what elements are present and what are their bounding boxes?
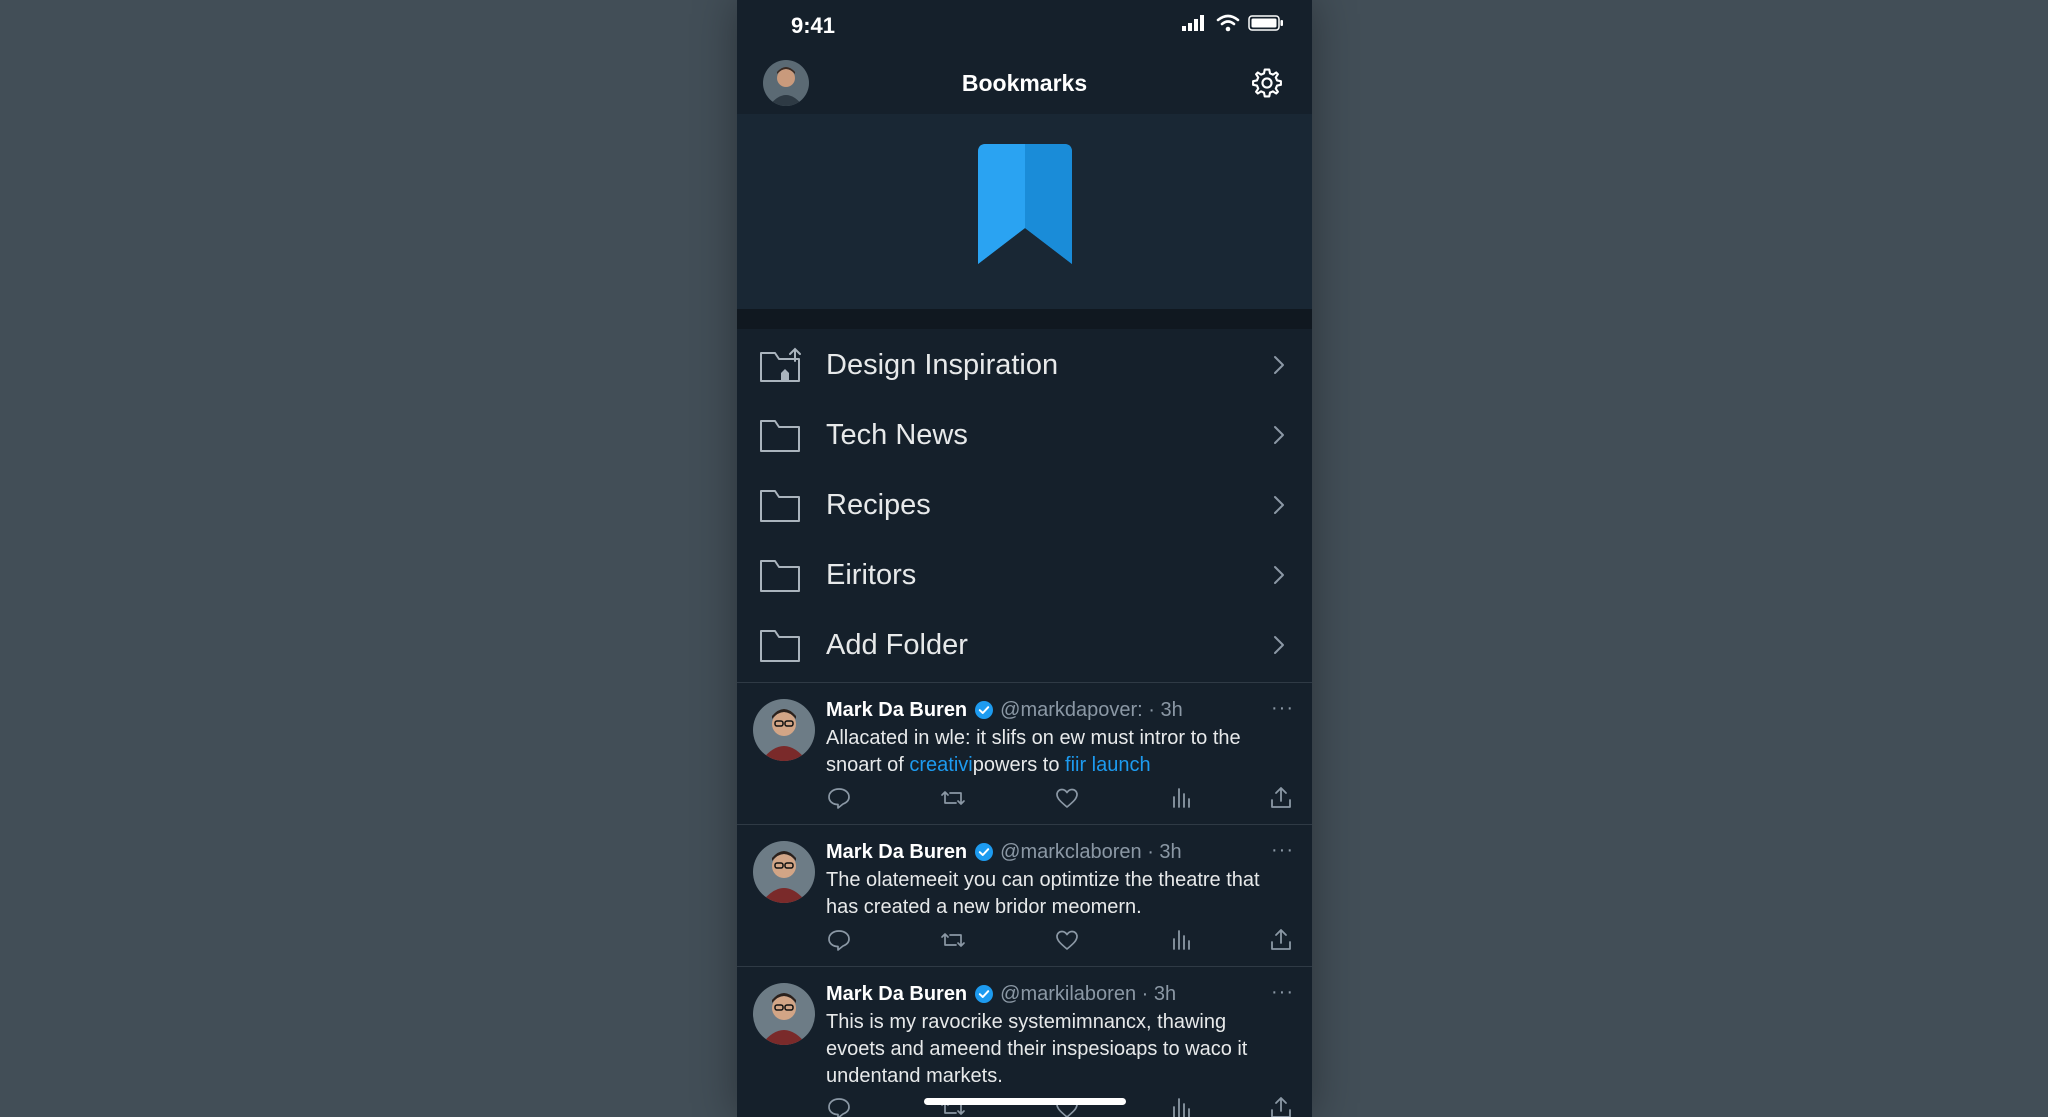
gear-icon[interactable]: [1250, 66, 1284, 100]
folder-row-tech-news[interactable]: Tech News: [737, 400, 1312, 470]
folder-row-eiritors[interactable]: Eiritors: [737, 540, 1312, 610]
views-icon[interactable]: [1168, 1095, 1194, 1117]
author-name[interactable]: Mark Da Buren: [826, 841, 967, 864]
folder-label: Tech News: [826, 419, 968, 451]
verified-badge-icon: [975, 985, 994, 1003]
page-title: Bookmarks: [961, 70, 1088, 96]
status-bar: 9:41: [737, 0, 1312, 52]
folder-label: Add Folder: [826, 629, 968, 661]
folder-upload-icon: [760, 347, 801, 382]
share-icon[interactable]: [1268, 927, 1294, 953]
folder-row-add-folder[interactable]: Add Folder: [737, 610, 1312, 680]
reply-icon[interactable]: [826, 785, 852, 811]
more-options-icon[interactable]: ···: [1271, 697, 1294, 720]
folder-icon: [760, 630, 800, 662]
avatar[interactable]: [753, 699, 815, 761]
more-options-icon[interactable]: ···: [1271, 839, 1294, 862]
bookmarks-hero: [737, 114, 1312, 309]
wifi-icon: [1216, 14, 1240, 32]
tweet-header: Mark Da Buren @markdapover: · 3h: [826, 697, 1296, 723]
tweet-list: Mark Da Buren @markdapover: · 3h ··· All…: [737, 682, 1312, 1117]
like-icon[interactable]: [1054, 785, 1080, 811]
folder-label: Recipes: [826, 489, 931, 521]
author-handle: @markilaboren: [1000, 982, 1137, 1005]
signal-icon: [1182, 15, 1204, 31]
retweet-icon[interactable]: [940, 927, 966, 953]
tweet-card[interactable]: Mark Da Buren @markilaboren · 3h ··· Thi…: [737, 967, 1312, 1117]
retweet-icon[interactable]: [940, 785, 966, 811]
verified-badge-icon: [975, 701, 994, 719]
folder-icon: [760, 420, 800, 452]
tweet-text: The olatemeeit you can optimtize the the…: [826, 869, 1260, 918]
tweet-actions: [826, 785, 1296, 811]
reply-icon[interactable]: [826, 927, 852, 953]
avatar[interactable]: [753, 983, 815, 1045]
tweet-time: · 3h: [1147, 840, 1182, 863]
share-icon[interactable]: [1268, 785, 1294, 811]
more-options-icon[interactable]: ···: [1271, 981, 1294, 1004]
chevron-right-icon: [1274, 636, 1284, 654]
home-indicator[interactable]: [924, 1098, 1126, 1105]
header: Bookmarks: [737, 52, 1312, 114]
section-divider: [737, 309, 1312, 329]
author-handle: @markdapover:: [1000, 698, 1143, 721]
phone-screen: 9:41 Bookmarks Design Inspiration Tech N…: [737, 0, 1312, 1117]
folder-label: Design Inspiration: [826, 349, 1059, 381]
folder-row-design-inspiration[interactable]: Design Inspiration: [737, 330, 1312, 400]
author-name[interactable]: Mark Da Buren: [826, 699, 967, 722]
chevron-right-icon: [1274, 356, 1284, 374]
author-name[interactable]: Mark Da Buren: [826, 983, 967, 1006]
status-time: 9:41: [791, 13, 836, 38]
tweet-header: Mark Da Buren @markilaboren · 3h: [826, 981, 1296, 1007]
folder-list: Design Inspiration Tech News Recipes Eir…: [737, 330, 1312, 680]
chevron-right-icon: [1274, 566, 1284, 584]
tweet-actions: [826, 927, 1296, 953]
views-icon[interactable]: [1168, 927, 1194, 953]
status-icons: [1182, 14, 1284, 32]
folder-row-recipes[interactable]: Recipes: [737, 470, 1312, 540]
tweet-link[interactable]: creativi: [909, 754, 972, 776]
chevron-right-icon: [1274, 426, 1284, 444]
tweet-time: · 3h: [1141, 982, 1177, 1005]
avatar[interactable]: [753, 841, 815, 903]
tweet-text: Allacated in wle: it slifs on ew must in…: [826, 725, 1278, 779]
folder-label: Eiritors: [826, 559, 917, 591]
battery-icon: [1248, 15, 1283, 31]
tweet-card[interactable]: Mark Da Buren @markclaboren · 3h ··· The…: [737, 825, 1312, 967]
tweet-link[interactable]: fiir launch: [1065, 754, 1151, 776]
bookmark-icon: [978, 144, 1072, 264]
reply-icon[interactable]: [826, 1095, 852, 1117]
tweet-text: This is my ravocrike systemimnancx, thaw…: [826, 1011, 1248, 1087]
folder-icon: [760, 490, 800, 522]
like-icon[interactable]: [1054, 927, 1080, 953]
tweet-card[interactable]: Mark Da Buren @markdapover: · 3h ··· All…: [737, 683, 1312, 825]
tweet-text-part: powers to: [972, 754, 1066, 776]
tweet-header: Mark Da Buren @markclaboren · 3h: [826, 839, 1296, 865]
share-icon[interactable]: [1268, 1095, 1294, 1117]
chevron-right-icon: [1274, 496, 1284, 514]
verified-badge-icon: [975, 843, 994, 861]
views-icon[interactable]: [1168, 785, 1194, 811]
author-handle: @markclaboren: [1000, 840, 1142, 863]
tweet-time: · 3h: [1148, 698, 1183, 721]
folder-icon: [760, 560, 800, 592]
